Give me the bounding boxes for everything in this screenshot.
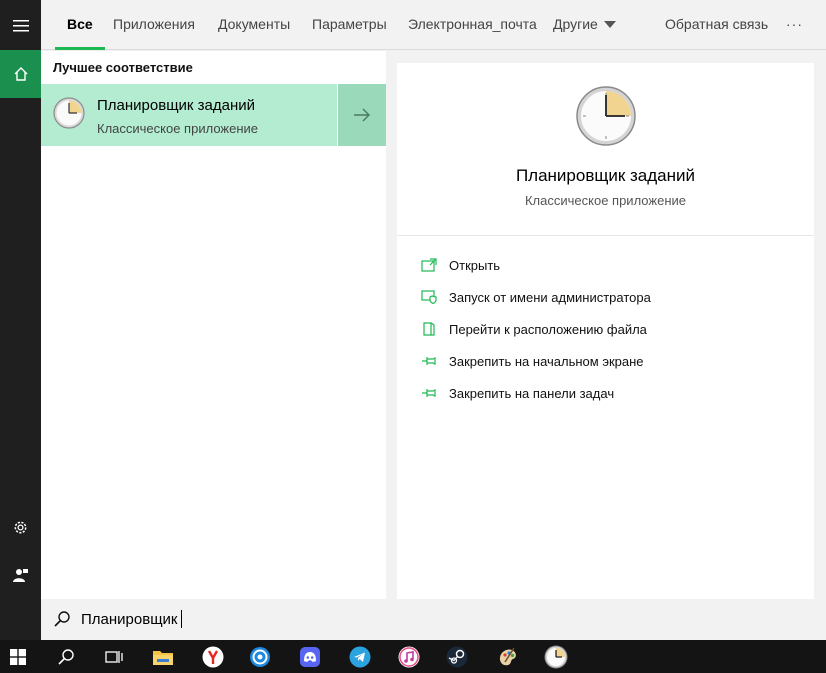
task-view-button[interactable]	[96, 640, 132, 673]
best-match-name-match: Планировщик	[97, 97, 194, 114]
start-button[interactable]	[0, 640, 36, 673]
telegram-icon	[349, 646, 371, 667]
taskbar-yandex-browser[interactable]	[195, 640, 231, 673]
action-run-as-admin[interactable]: Запуск от имени администратора	[421, 286, 651, 308]
tab-all[interactable]: Все	[55, 0, 105, 50]
feedback-link[interactable]: Обратная связь	[665, 0, 768, 50]
discord-icon	[300, 646, 320, 667]
search-icon	[54, 611, 70, 627]
more-options-button[interactable]: ···	[786, 0, 803, 50]
hamburger-icon	[12, 20, 29, 32]
settings-button[interactable]	[0, 503, 41, 551]
text-cursor	[181, 609, 183, 628]
action-pin-to-taskbar-label: Закрепить на панели задач	[449, 385, 615, 401]
task-scheduler-large-icon	[576, 86, 636, 146]
action-run-as-admin-label: Запуск от имени администратора	[449, 289, 651, 305]
windows-logo-icon	[10, 648, 26, 665]
detail-panel: Планировщик заданий Классическое приложе…	[397, 63, 814, 599]
action-open[interactable]: Открыть	[421, 254, 500, 276]
taskbar-telegram[interactable]	[342, 640, 378, 673]
taskbar-itunes[interactable]	[391, 640, 427, 673]
clock-icon	[544, 645, 568, 668]
taskbar-discord[interactable]	[292, 640, 328, 673]
open-details-button[interactable]	[338, 84, 386, 146]
tab-documents[interactable]: Документы	[218, 0, 290, 50]
action-pin-to-start-label: Закрепить на начальном экране	[449, 353, 644, 369]
yandex-browser-icon	[202, 646, 224, 667]
detail-divider	[397, 235, 814, 236]
taskbar-paint[interactable]	[490, 640, 526, 673]
search-input[interactable]: Планировщик	[81, 609, 183, 628]
arrow-right-icon	[354, 108, 370, 122]
action-pin-to-start[interactable]: Закрепить на начальном экране	[421, 350, 644, 372]
pin-icon	[422, 389, 436, 397]
paint-palette-icon	[499, 647, 516, 665]
best-match-item[interactable]: Планировщик заданий Классическое приложе…	[41, 84, 337, 146]
itunes-icon	[398, 646, 420, 667]
search-bar[interactable]: Планировщик	[41, 599, 826, 640]
action-open-label: Открыть	[449, 257, 501, 273]
pin-icon	[422, 357, 436, 365]
gear-icon	[14, 521, 27, 533]
taskbar-task-scheduler[interactable]	[538, 640, 574, 673]
taskbar-steam[interactable]	[439, 640, 475, 673]
search-query: Планировщик	[81, 611, 178, 628]
best-match-heading: Лучшее соответствие	[53, 60, 193, 75]
left-rail	[0, 0, 41, 640]
hamburger-menu-button[interactable]	[0, 2, 41, 50]
tab-other[interactable]: Другие	[553, 0, 616, 50]
task-view-icon	[105, 650, 123, 663]
tab-email[interactable]: Электронная_почта	[408, 0, 537, 50]
search-icon	[58, 648, 74, 665]
detail-subtitle: Классическое приложение	[524, 193, 686, 208]
taskbar-search-button[interactable]	[48, 640, 84, 673]
best-match-subtitle: Классическое приложение	[97, 121, 259, 136]
detail-title: Планировщик заданий	[515, 166, 696, 185]
taskbar-uplay[interactable]	[242, 640, 278, 673]
action-pin-to-taskbar[interactable]: Закрепить на панели задач	[421, 382, 614, 404]
open-icon	[421, 258, 437, 272]
steam-icon	[446, 646, 468, 667]
user-feedback-icon	[13, 568, 28, 582]
results-panel: Лучшее соответствие Планировщик заданий …	[41, 51, 386, 599]
task-scheduler-icon	[53, 97, 85, 129]
chevron-down-icon	[603, 20, 616, 28]
folder-icon	[153, 650, 173, 665]
action-open-file-location[interactable]: Перейти к расположению файла	[421, 318, 647, 340]
file-location-icon	[423, 322, 435, 336]
shield-icon	[421, 290, 437, 304]
taskbar	[0, 640, 826, 673]
action-open-file-location-label: Перейти к расположению файла	[449, 321, 647, 337]
home-button[interactable]	[0, 50, 41, 98]
tab-settings[interactable]: Параметры	[312, 0, 387, 50]
taskbar-file-explorer[interactable]	[145, 640, 181, 673]
filter-tabs: Все Приложения Документы Параметры Элект…	[41, 0, 826, 50]
best-match-name-rest: заданий	[193, 97, 256, 114]
account-button[interactable]	[0, 551, 41, 599]
tab-other-label: Другие	[553, 16, 598, 32]
tab-apps[interactable]: Приложения	[113, 0, 195, 50]
uplay-icon	[250, 646, 270, 667]
best-match-name: Планировщик заданий	[97, 97, 255, 114]
home-icon	[14, 67, 27, 81]
